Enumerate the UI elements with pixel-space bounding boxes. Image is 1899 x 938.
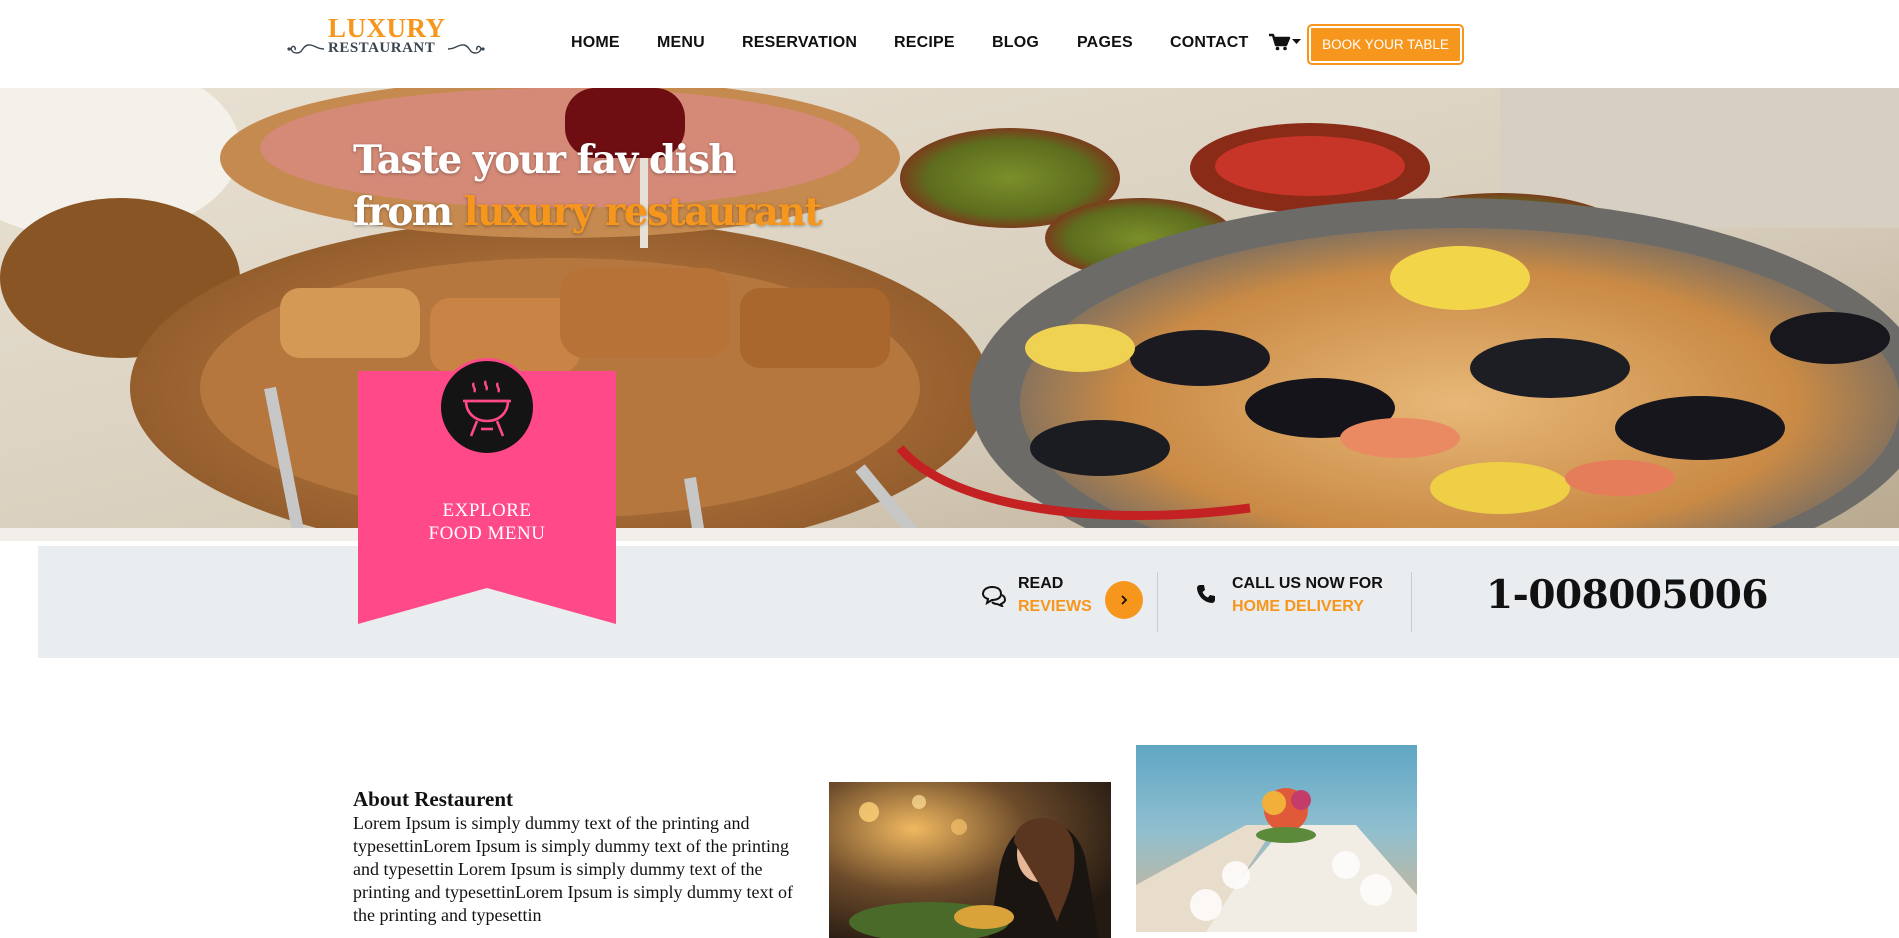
- about-title: About Restaurent: [353, 787, 514, 811]
- banquet-table-image: [1136, 745, 1417, 932]
- hero-headline-line2: from luxury restaurant: [353, 186, 823, 238]
- nav-item-contact[interactable]: CONTACT: [1170, 34, 1248, 52]
- shopping-cart-icon[interactable]: [1268, 33, 1302, 53]
- hero-food-image: [0, 88, 1899, 541]
- read-reviews-button[interactable]: [1105, 581, 1143, 619]
- explore-menu-ribbon[interactable]: EXPLORE FOOD MENU: [358, 358, 616, 624]
- nav-item-home[interactable]: HOME: [571, 34, 620, 52]
- read-reviews-label-top: READ: [1018, 575, 1064, 592]
- strip-divider: [1411, 572, 1412, 632]
- home-delivery-label-bottom: HOME DELIVERY: [1232, 598, 1364, 615]
- nav-item-reservation[interactable]: RESERVATION: [742, 34, 857, 52]
- site-header: LUXURY RESTAURANT HOME MENU RESERVATION …: [0, 0, 1899, 88]
- hero-banner: Taste your fav dish from luxury restaura…: [0, 88, 1899, 541]
- nav-item-recipe[interactable]: RECIPE: [894, 34, 955, 52]
- nav-item-pages[interactable]: PAGES: [1077, 34, 1133, 52]
- nav-item-menu[interactable]: MENU: [657, 34, 705, 52]
- phone-icon: [1197, 585, 1215, 603]
- chat-bubbles-icon: [981, 585, 1006, 607]
- ribbon-label-line1: EXPLORE: [442, 500, 532, 521]
- ribbon-label-line2: FOOD MENU: [428, 523, 546, 544]
- read-reviews-label-bottom[interactable]: REVIEWS: [1018, 598, 1092, 616]
- woman-dining-image: [829, 782, 1111, 938]
- home-delivery-label-top: CALL US NOW FOR: [1232, 575, 1383, 592]
- grill-icon: [438, 358, 536, 456]
- main-nav: HOME MENU RESERVATION RECIPE BLOG PAGES …: [0, 34, 1899, 54]
- caret-down-icon: [1292, 39, 1301, 44]
- strip-divider: [1157, 572, 1158, 632]
- phone-number[interactable]: 1-008005006: [1486, 572, 1769, 618]
- chevron-right-icon: [1121, 595, 1128, 605]
- book-table-button[interactable]: BOOK YOUR TABLE: [1307, 24, 1464, 65]
- hero-headline-line1: Taste your fav dish: [353, 137, 737, 183]
- nav-item-blog[interactable]: BLOG: [992, 34, 1039, 52]
- hero-headline-prefix: from: [353, 189, 464, 235]
- hero-headline-accent: luxury restaurant: [463, 189, 823, 235]
- about-text: Lorem Ipsum is simply dummy text of the …: [353, 813, 793, 925]
- hero-headline: Taste your fav dish from luxury restaura…: [353, 134, 823, 238]
